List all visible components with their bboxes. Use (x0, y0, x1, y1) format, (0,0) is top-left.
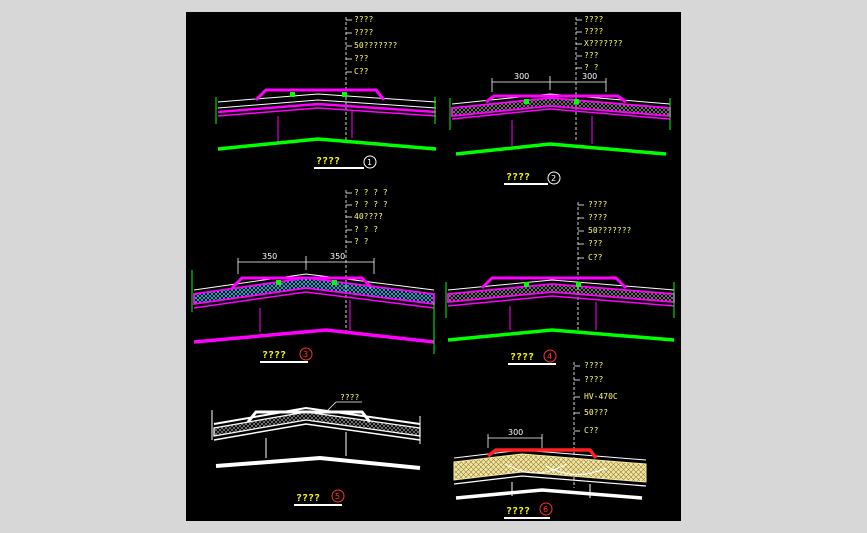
d1-label-2: ???? (354, 28, 373, 37)
d4-label-3: 50??????? (588, 226, 632, 235)
d3-label-5: ? ? (354, 237, 369, 246)
d6-label-5: C?? (584, 426, 599, 435)
d3-title: ???? (262, 350, 286, 361)
cad-drawing: ???? ???? 50??????? ??? C?? ???? 1 ???? … (191, 15, 675, 519)
d1-label-1: ???? (354, 15, 373, 24)
d1-number: 1 (367, 158, 372, 167)
d5-number: 5 (335, 492, 340, 501)
d3-label-3: 40???? (354, 212, 383, 221)
d6-label-2: ???? (584, 375, 603, 384)
d3-dim-2: 350 (330, 252, 345, 261)
d2-label-1: ???? (584, 15, 603, 24)
d5-label-1: ???? (340, 393, 359, 402)
d4-number: 4 (547, 352, 552, 361)
d1-label-3: 50??????? (354, 41, 398, 50)
d3-label-1: ? ? ? ? (354, 188, 388, 197)
d6-dim-1: 300 (508, 428, 523, 437)
d5-title: ???? (296, 493, 320, 504)
detail-3: ? ? ? ? ? ? ? ? 40???? ? ? ? ? ? 350 350… (191, 188, 435, 363)
d1-label-4: ??? (354, 54, 369, 63)
d4-label-4: ??? (588, 239, 603, 248)
detail-4: ???? ???? 50??????? ??? C?? ???? 4 (445, 200, 675, 365)
d2-number: 2 (551, 174, 556, 183)
drawing-sheet: ???? ???? 50??????? ??? C?? ???? 1 ???? … (186, 12, 681, 521)
detail-2: ???? ???? X??????? ??? ? ? 300 300 ???? … (449, 15, 671, 185)
d4-label-1: ???? (588, 200, 607, 209)
d2-title: ???? (506, 172, 530, 183)
d2-label-2: ???? (584, 27, 603, 36)
d2-label-3: X??????? (584, 39, 623, 48)
d6-label-1: ???? (584, 361, 603, 370)
d2-dim-1: 300 (514, 72, 529, 81)
d4-title: ???? (510, 352, 534, 363)
d6-number: 6 (543, 505, 548, 514)
d1-label-5: C?? (354, 67, 369, 76)
d3-dim-1: 350 (262, 252, 277, 261)
d6-label-4: 50??? (584, 408, 608, 417)
d6-label-3: HV-470C (584, 392, 618, 401)
d2-label-4: ??? (584, 51, 599, 60)
d3-number: 3 (303, 350, 308, 359)
d3-label-4: ? ? ? (354, 225, 378, 234)
detail-1: ???? ???? 50??????? ??? C?? ???? 1 (215, 15, 437, 169)
d3-label-2: ? ? ? ? (354, 200, 388, 209)
d4-label-5: C?? (588, 253, 603, 262)
d2-dim-2: 300 (582, 72, 597, 81)
detail-6: ???? ???? HV-470C 50??? C?? 300 ???? 6 (453, 361, 647, 519)
d4-label-2: ???? (588, 213, 607, 222)
d2-label-5: ? ? (584, 63, 599, 72)
d6-title: ???? (506, 506, 530, 517)
detail-5: ???? ???? 5 (211, 393, 421, 506)
d1-title: ???? (316, 156, 340, 167)
